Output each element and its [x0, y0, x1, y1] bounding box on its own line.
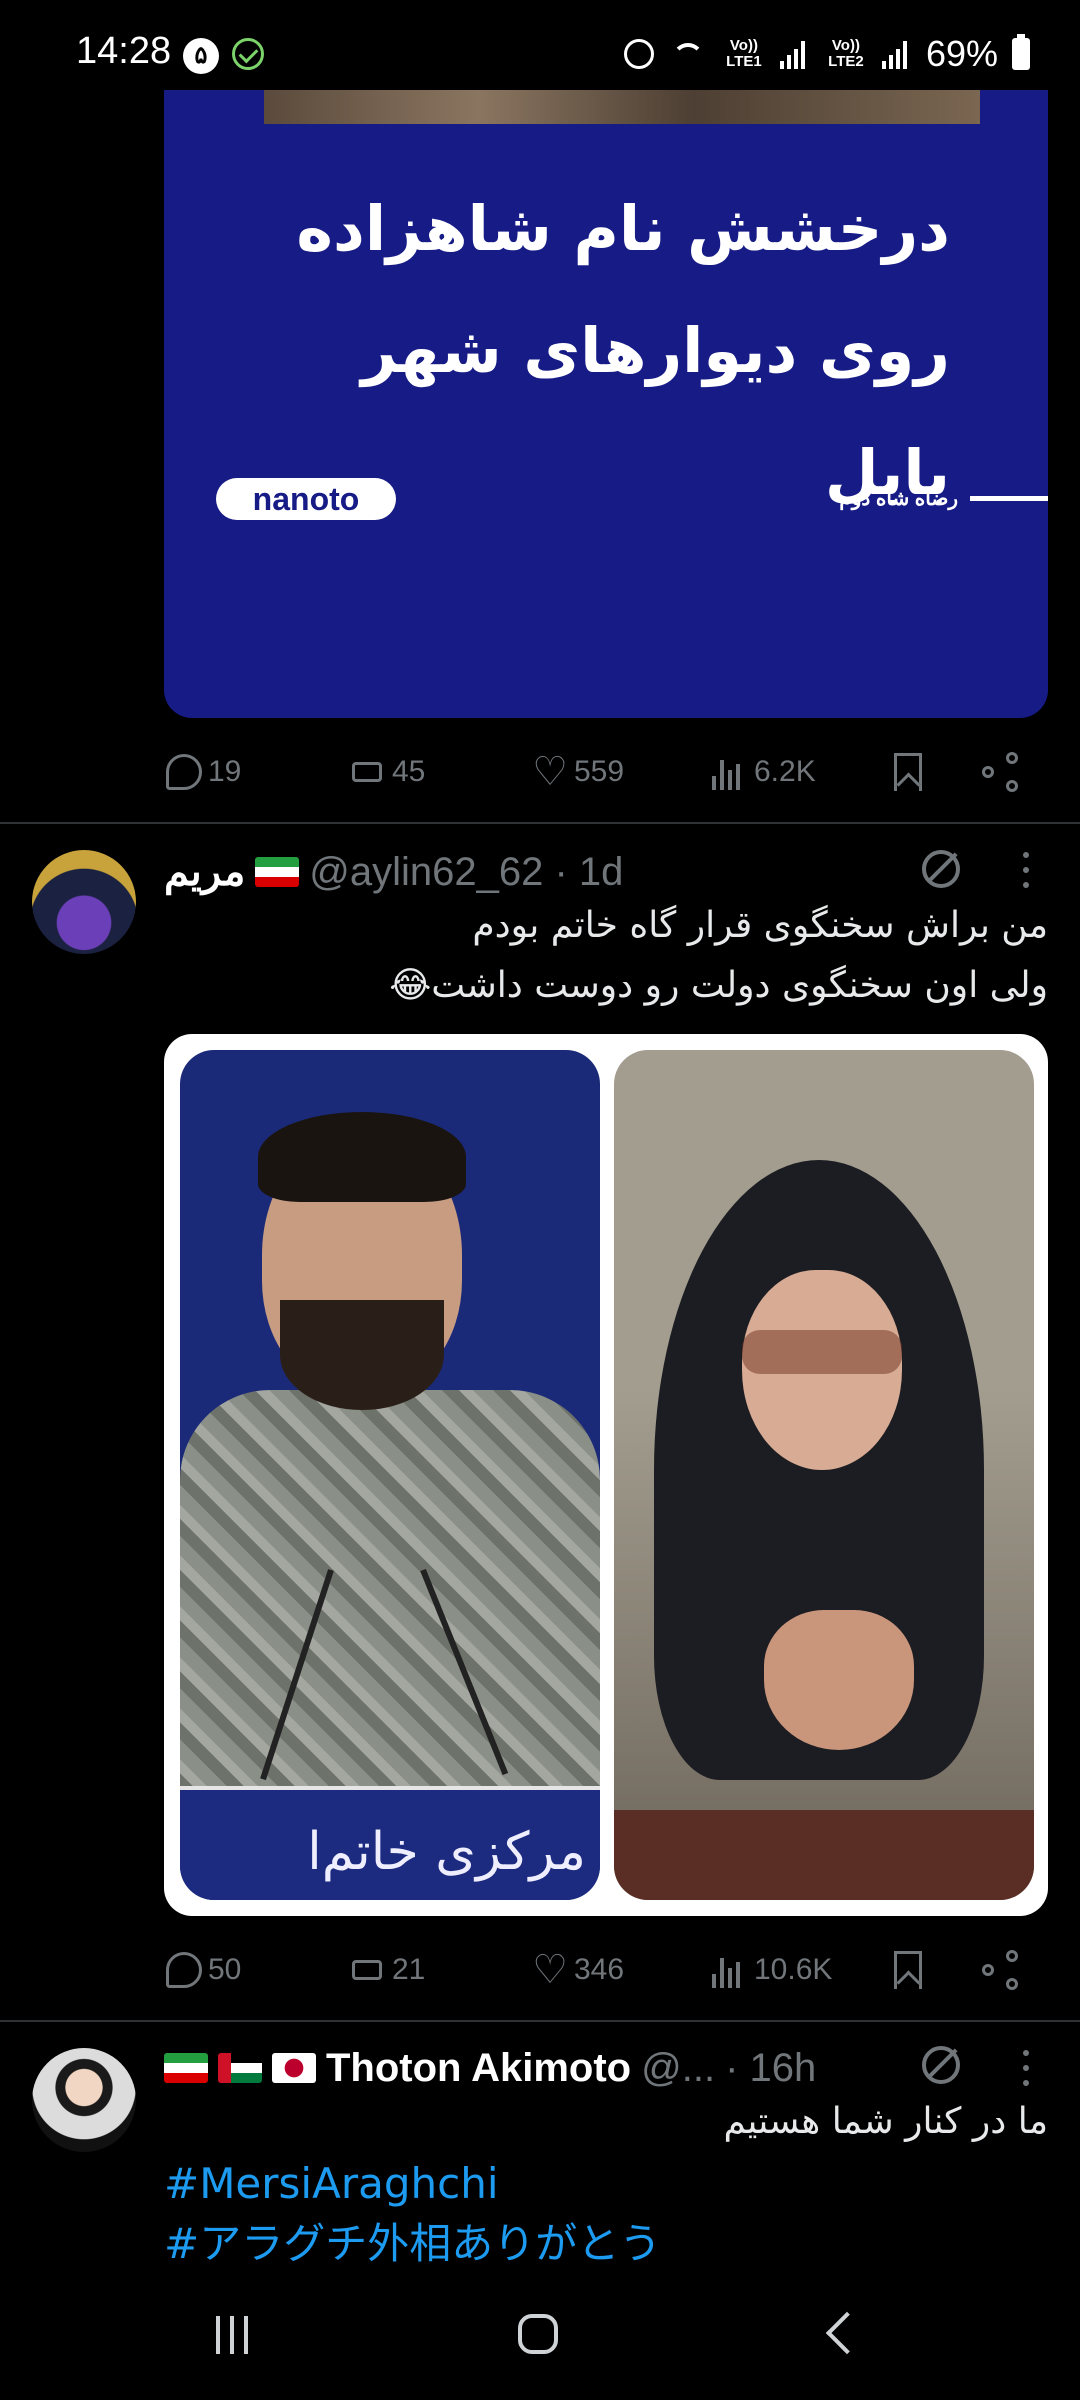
avatar[interactable]	[32, 2048, 136, 2152]
bookmark-button[interactable]	[894, 1940, 922, 2000]
podium-desk	[614, 1810, 1034, 1900]
views-button[interactable]: 10.6K	[712, 1940, 832, 2000]
like-count: 559	[574, 755, 625, 788]
bookmark-icon	[894, 753, 922, 791]
tweet-divider	[0, 2020, 1080, 2022]
repost-icon	[350, 1952, 386, 1988]
officer-hair	[258, 1112, 466, 1202]
tweet-divider	[0, 822, 1080, 824]
status-icons: Vo)) LTE1 Vo)) LTE2 69%	[623, 32, 1030, 76]
views-icon	[712, 1952, 748, 1988]
system-nav-bar	[0, 2290, 1080, 2400]
status-time: 14:28	[76, 30, 172, 72]
handle-and-time[interactable]: @aylin62_62 · 1d	[309, 850, 623, 895]
palestine-flag-icon	[218, 2053, 262, 2083]
back-button[interactable]	[825, 2311, 869, 2355]
officer-beard	[280, 1300, 444, 1410]
views-count: 6.2K	[754, 755, 816, 788]
bookmark-icon	[894, 1951, 922, 1989]
tweet3-header: Thoton Akimoto @... · 16h	[164, 2042, 816, 2094]
repost-button[interactable]: 45	[350, 742, 425, 802]
hashtag-link[interactable]: #MersiAraghchi	[164, 2154, 498, 2214]
bookmark-button[interactable]	[894, 742, 922, 802]
tweet1-action-bar: 19 45 ♡ 559 6.2K	[164, 742, 1048, 802]
like-count: 346	[574, 1953, 625, 1986]
photo-woman[interactable]	[614, 1050, 1034, 1900]
reply-button[interactable]: 50	[166, 1940, 241, 2000]
notification-badge: ۵	[183, 38, 219, 74]
battery-icon	[1012, 34, 1030, 70]
hashtag-link[interactable]: #アラグチ外相ありがとう	[164, 2214, 661, 2274]
views-count: 10.6K	[754, 1953, 833, 1986]
tweet2-header: مریم @aylin62_62 · 1d	[164, 846, 623, 898]
grok-icon[interactable]	[922, 850, 960, 888]
reply-icon	[166, 754, 202, 790]
tweet2-text-line1: من براش سخنگوی قرار گاه خاتم بودم	[472, 905, 1048, 946]
heart-hands	[764, 1610, 914, 1750]
views-icon	[712, 754, 748, 790]
wifi-icon	[668, 39, 708, 69]
display-name[interactable]: Thoton Akimoto	[326, 2046, 631, 2091]
views-button[interactable]: 6.2K	[712, 742, 816, 802]
tweet2-text-line2: ولی اون سخنگوی دولت رو دوست داشت😂	[389, 965, 1048, 1006]
share-button[interactable]	[982, 742, 1022, 802]
signal-icon	[779, 39, 810, 69]
display-name[interactable]: مریم	[164, 849, 245, 895]
tweet2-media[interactable]: مرکزی خاتم‌ا	[164, 1034, 1048, 1916]
photo-officer[interactable]: مرکزی خاتم‌ا	[180, 1050, 600, 1900]
avatar[interactable]	[32, 850, 136, 954]
signal-icon	[881, 39, 912, 69]
japan-flag-icon	[272, 2053, 316, 2083]
podium-sign-text: مرکزی خاتم‌ا	[307, 1822, 586, 1882]
like-icon: ♡	[532, 750, 568, 794]
card-divider-line	[970, 496, 1048, 501]
more-icon[interactable]	[1022, 852, 1030, 888]
reply-button[interactable]: 19	[166, 742, 241, 802]
reply-count: 50	[208, 1953, 242, 1986]
sim1-label: Vo)) LTE1	[726, 37, 762, 70]
home-button[interactable]	[518, 2314, 558, 2354]
card-photo-strip	[264, 90, 980, 124]
woman-glasses	[742, 1330, 902, 1374]
repost-button[interactable]: 21	[350, 1940, 425, 2000]
officer-uniform	[180, 1390, 600, 1810]
tweet2-text: من براش سخنگوی قرار گاه خاتم بودم ولی او…	[164, 896, 1048, 1016]
iran-flag-icon	[164, 2053, 208, 2083]
tweet2-action-bar: 50 21 ♡ 346 10.6K	[164, 1940, 1048, 2000]
more-icon[interactable]	[1022, 2050, 1030, 2086]
like-icon: ♡	[532, 1948, 568, 1992]
reply-count: 19	[208, 755, 242, 788]
check-circle-icon	[232, 38, 264, 70]
repost-count: 45	[392, 755, 426, 788]
share-icon	[982, 752, 1022, 792]
share-icon	[982, 1950, 1022, 1990]
battery-level: 69%	[925, 33, 998, 74]
like-button[interactable]: ♡ 346	[532, 1940, 624, 2000]
timestamp[interactable]: · 16h	[725, 2046, 816, 2091]
repost-count: 21	[392, 1953, 426, 1986]
nanoto-logo: nanoto	[216, 478, 396, 520]
recents-button[interactable]	[216, 2316, 248, 2354]
reply-icon	[166, 1952, 202, 1988]
repost-icon	[350, 754, 386, 790]
share-button[interactable]	[982, 1940, 1022, 2000]
card-caption: رضاه شاه دوم	[839, 488, 958, 510]
alarm-icon	[623, 39, 654, 69]
iran-flag-icon	[255, 857, 300, 887]
podium-sign: مرکزی خاتم‌ا	[180, 1786, 600, 1900]
sim2-label: Vo)) LTE2	[828, 37, 864, 70]
card-headline-line1: درخشش نام شاهزاده	[296, 192, 950, 265]
handle[interactable]: @...	[641, 2046, 715, 2091]
tweet3-text: ما در کنار شما هستیم	[723, 2101, 1048, 2142]
like-button[interactable]: ♡ 559	[532, 742, 624, 802]
tweet1-media-card[interactable]: درخشش نام شاهزاده روی دیوارهای شهر بابل …	[164, 90, 1048, 718]
grok-icon[interactable]	[922, 2046, 960, 2084]
